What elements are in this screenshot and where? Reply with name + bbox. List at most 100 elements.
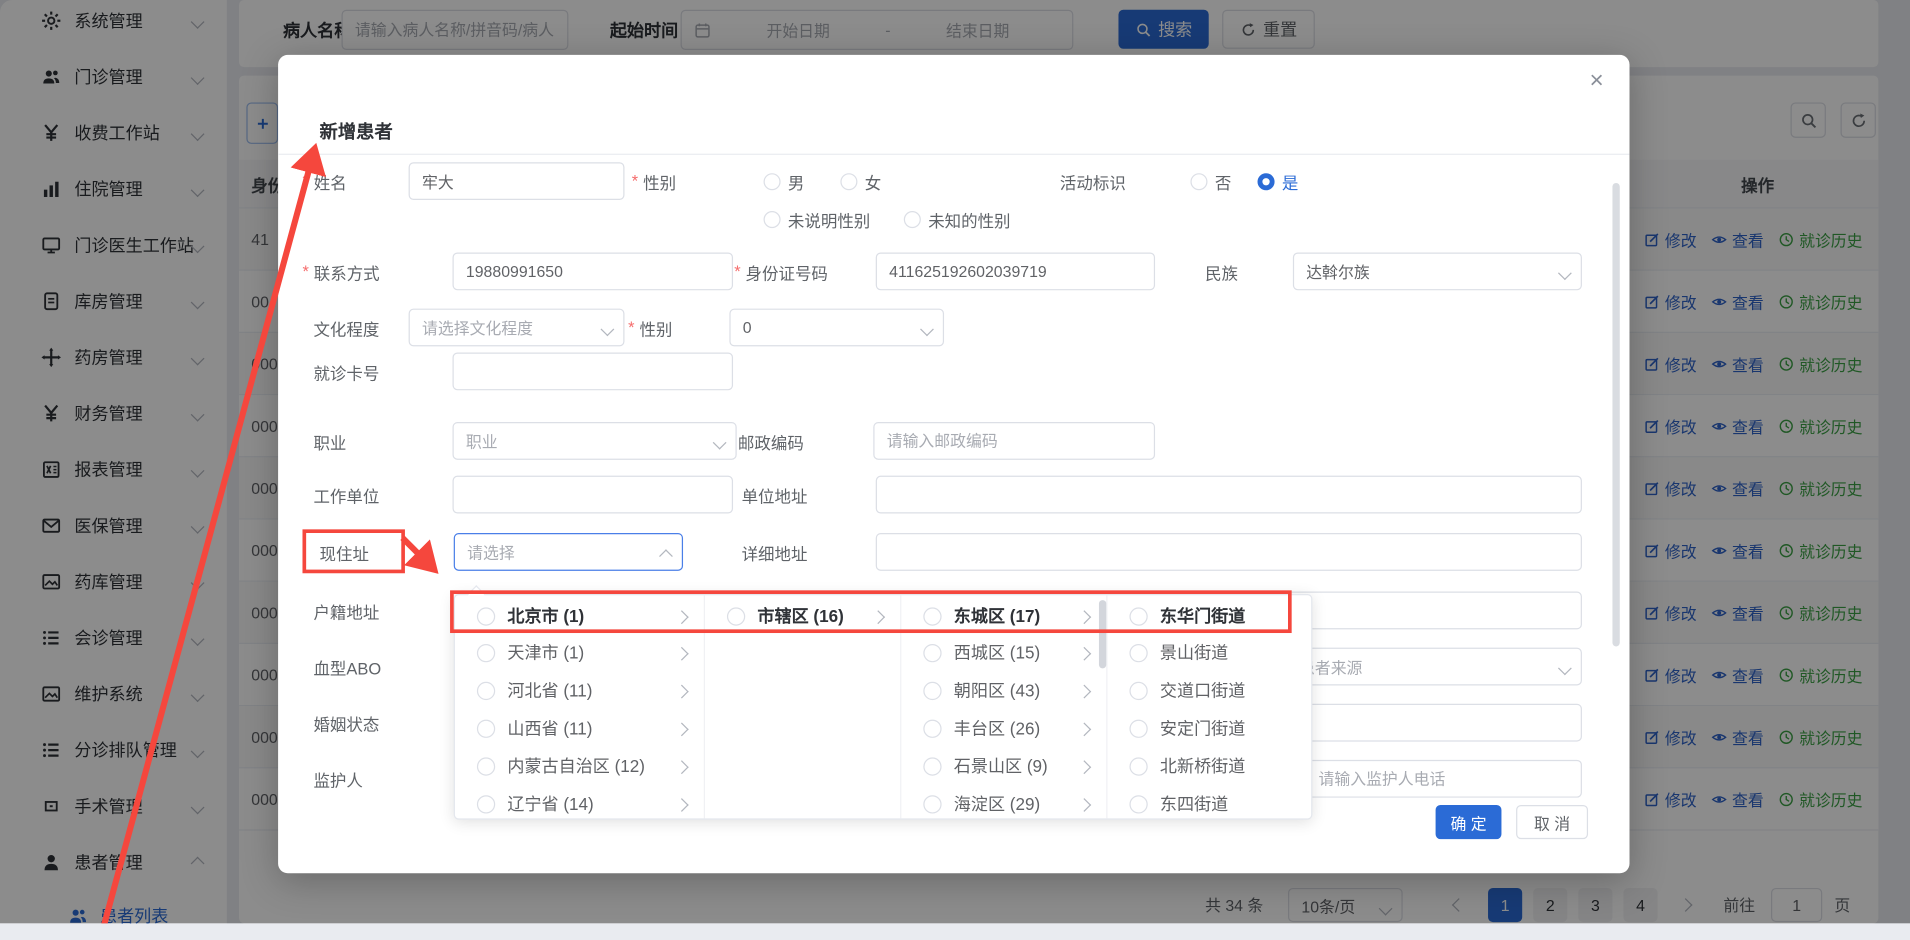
gender-male-radio[interactable]: 男 — [764, 162, 805, 200]
chevron-right-icon — [675, 798, 689, 812]
cascader-option[interactable]: 市辖区 (16) — [705, 598, 900, 635]
radio-icon — [923, 719, 941, 737]
education-select[interactable]: 请选择文化程度 — [409, 309, 625, 347]
radio-icon — [1129, 643, 1147, 661]
cascader-option[interactable]: 安定门街道 — [1107, 710, 1311, 747]
chevron-right-icon — [675, 685, 689, 699]
cascader-column-street: 东华门街道 景山街道 交道口街道 安定门街道 北新桥街道 东四街道 — [1107, 595, 1311, 818]
cascader-option[interactable]: 东华门街道 — [1107, 598, 1311, 635]
gender-code-label: 性别 — [628, 309, 672, 347]
cascader-option[interactable]: 东城区 (17) — [901, 598, 1106, 635]
app-root: 系统管理 门诊管理 收费工作站 住院管理 门诊医生工作站 库房管理 药房管理 财… — [0, 0, 1910, 923]
cascader-column-city: 市辖区 (16) — [705, 595, 901, 818]
guardian-label: 监护人 — [313, 760, 362, 798]
gender-unstated-radio[interactable]: 未说明性别 — [764, 200, 871, 238]
radio-icon — [923, 681, 941, 699]
active-no-radio[interactable]: 否 — [1190, 162, 1231, 200]
employer-input[interactable] — [453, 476, 734, 514]
cascader-option[interactable]: 北京市 (1) — [455, 598, 704, 635]
detail-address-input[interactable] — [876, 533, 1582, 571]
cascader-option[interactable]: 北新桥街道 — [1107, 748, 1311, 785]
visit-card-label: 就诊卡号 — [313, 352, 379, 390]
active-flag-label: 活动标识 — [1060, 162, 1126, 200]
cascader-option[interactable]: 景山街道 — [1107, 634, 1311, 671]
radio-icon — [1129, 681, 1147, 699]
cascader-scrollbar[interactable] — [1099, 600, 1106, 668]
radio-icon — [477, 757, 495, 775]
chevron-right-icon — [675, 647, 689, 661]
registered-address-label: 户籍地址 — [313, 592, 379, 630]
cascader-option[interactable]: 朝阳区 (43) — [901, 672, 1106, 709]
guardian-phone-input[interactable] — [1305, 760, 1582, 798]
cascader-option[interactable]: 山西省 (11) — [455, 710, 704, 747]
confirm-button[interactable]: 确 定 — [1436, 805, 1502, 839]
chevron-right-icon — [675, 610, 689, 624]
chevron-right-icon — [1077, 610, 1091, 624]
radio-icon — [477, 607, 495, 625]
marital-label: 婚姻状态 — [313, 704, 379, 742]
ethnicity-select[interactable]: 达斡尔族 — [1293, 252, 1582, 290]
cascader-column-district: 东城区 (17) 西城区 (15) 朝阳区 (43) 丰台区 (26) 石景山区… — [901, 595, 1107, 818]
ethnicity-label: 民族 — [1205, 252, 1238, 290]
chevron-right-icon — [1077, 760, 1091, 774]
modal-divider — [278, 154, 1629, 155]
gender-code-select[interactable]: 0 — [729, 309, 944, 347]
radio-icon — [1129, 719, 1147, 737]
name-input[interactable] — [409, 162, 625, 200]
chevron-right-icon — [1077, 798, 1091, 812]
radio-icon — [764, 210, 781, 227]
employer-address-label: 单位地址 — [742, 476, 808, 514]
employer-label: 工作单位 — [313, 476, 379, 514]
cascader-option[interactable]: 辽宁省 (14) — [455, 785, 704, 822]
cascader-option[interactable]: 丰台区 (26) — [901, 710, 1106, 747]
blood-type-label: 血型ABO — [313, 648, 381, 686]
chevron-up-icon — [659, 549, 673, 563]
visit-card-input[interactable] — [453, 352, 734, 390]
chevron-down-icon — [1558, 266, 1572, 280]
gender-female-radio[interactable]: 女 — [840, 162, 881, 200]
cascader-panel: 北京市 (1) 天津市 (1) 河北省 (11) 山西省 (11) 内蒙古自治区… — [454, 594, 1313, 820]
occupation-select[interactable]: 职业 — [453, 422, 737, 460]
employer-address-input[interactable] — [876, 476, 1582, 514]
modal-scrollbar[interactable] — [1612, 183, 1619, 646]
radio-icon — [477, 681, 495, 699]
radio-icon — [764, 173, 781, 190]
chevron-right-icon — [1077, 685, 1091, 699]
close-icon[interactable]: × — [1581, 65, 1613, 97]
contact-input[interactable] — [453, 252, 734, 290]
radio-icon — [1129, 607, 1147, 625]
chevron-right-icon — [675, 760, 689, 774]
cascader-option[interactable]: 海淀区 (29) — [901, 785, 1106, 822]
contact-label: 联系方式 — [302, 252, 379, 290]
cascader-option[interactable]: 西城区 (15) — [901, 634, 1106, 671]
cascader-option[interactable]: 交道口街道 — [1107, 672, 1311, 709]
chevron-down-icon — [713, 436, 727, 450]
idcard-input[interactable] — [876, 252, 1155, 290]
current-address-cascader[interactable]: 请选择 — [454, 533, 683, 571]
radio-icon — [477, 643, 495, 661]
cascader-option[interactable]: 内蒙古自治区 (12) — [455, 748, 704, 785]
name-label: 姓名 — [302, 162, 346, 200]
radio-icon — [923, 757, 941, 775]
radio-icon — [923, 643, 941, 661]
cascader-option[interactable]: 东四街道 — [1107, 785, 1311, 822]
radio-icon — [923, 607, 941, 625]
chevron-down-icon — [920, 322, 934, 336]
postal-input[interactable] — [873, 422, 1155, 460]
active-yes-radio[interactable]: 是 — [1258, 162, 1299, 200]
radio-icon — [1129, 757, 1147, 775]
radio-icon — [904, 210, 921, 227]
cancel-button[interactable]: 取 消 — [1516, 805, 1588, 839]
gender-unknown-radio[interactable]: 未知的性别 — [904, 200, 1011, 238]
chevron-right-icon — [1077, 722, 1091, 736]
idcard-label: 身份证号码 — [734, 252, 828, 290]
cascader-option[interactable]: 河北省 (11) — [455, 672, 704, 709]
gender-label: 性别 — [632, 162, 676, 200]
radio-icon — [477, 719, 495, 737]
radio-icon — [477, 795, 495, 813]
cascader-option[interactable]: 天津市 (1) — [455, 634, 704, 671]
cascader-option[interactable]: 石景山区 (9) — [901, 748, 1106, 785]
chevron-right-icon — [871, 610, 885, 624]
radio-icon — [840, 173, 857, 190]
chevron-down-icon — [1558, 661, 1572, 675]
